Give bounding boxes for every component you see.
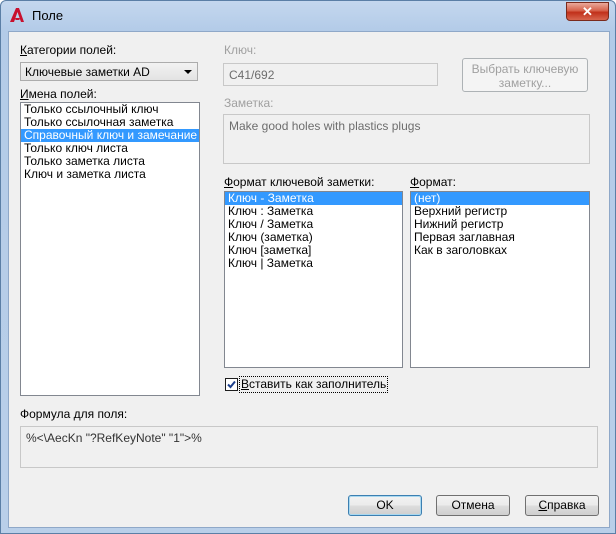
dialog-window: Поле ✕ Категории полей: Ключевые заметки… — [0, 0, 616, 534]
select-keynote-button[interactable]: Выбрать ключевую заметку... — [462, 58, 588, 92]
list-item[interactable]: Ключ и заметка листа — [21, 168, 199, 181]
list-item[interactable]: Как в заголовках — [411, 244, 589, 257]
ok-button[interactable]: OK — [348, 495, 422, 516]
keynote-format-label: Формат ключевой заметки: — [224, 175, 375, 189]
categories-dropdown-value: Ключевые заметки AD — [25, 65, 150, 79]
categories-dropdown[interactable]: Ключевые заметки AD — [20, 62, 198, 81]
chevron-down-icon[interactable] — [184, 70, 192, 74]
field-names-label: Имена полей: — [20, 87, 97, 101]
format-label: Формат: — [410, 175, 456, 189]
title-bar[interactable]: Поле ✕ — [1, 1, 615, 31]
checkmark-icon — [227, 380, 236, 389]
list-item[interactable]: Ключ | Заметка — [225, 257, 402, 270]
dialog-client-area: Категории полей: Ключевые заметки AD Име… — [8, 31, 610, 528]
keynote-format-list[interactable]: Ключ - Заметка Ключ : Заметка Ключ / Зам… — [224, 191, 403, 368]
note-field[interactable]: Make good holes with plastics plugs — [223, 114, 590, 164]
cancel-button[interactable]: Отмена — [436, 495, 510, 516]
window-title: Поле — [32, 8, 64, 23]
autocad-logo-icon — [10, 8, 24, 22]
key-field[interactable]: C41/692 — [223, 63, 438, 86]
key-label: Ключ: — [224, 43, 257, 57]
help-button[interactable]: Справка — [525, 495, 599, 516]
categories-label: Категории полей: — [20, 43, 117, 57]
field-names-list[interactable]: Только ссылочный ключ Только ссылочная з… — [20, 102, 200, 396]
note-label: Заметка: — [224, 96, 274, 110]
close-icon: ✕ — [582, 4, 593, 19]
formula-field[interactable]: %<\AecKn "?RefKeyNote" "1">% — [20, 426, 598, 468]
formula-label: Формула для поля: — [20, 407, 128, 421]
placeholder-checkbox[interactable] — [225, 378, 238, 391]
placeholder-checkbox-label[interactable]: Вставить как заполнитель — [238, 376, 389, 393]
close-button[interactable]: ✕ — [566, 2, 609, 21]
format-list[interactable]: (нет) Верхний регистр Нижний регистр Пер… — [410, 191, 590, 368]
